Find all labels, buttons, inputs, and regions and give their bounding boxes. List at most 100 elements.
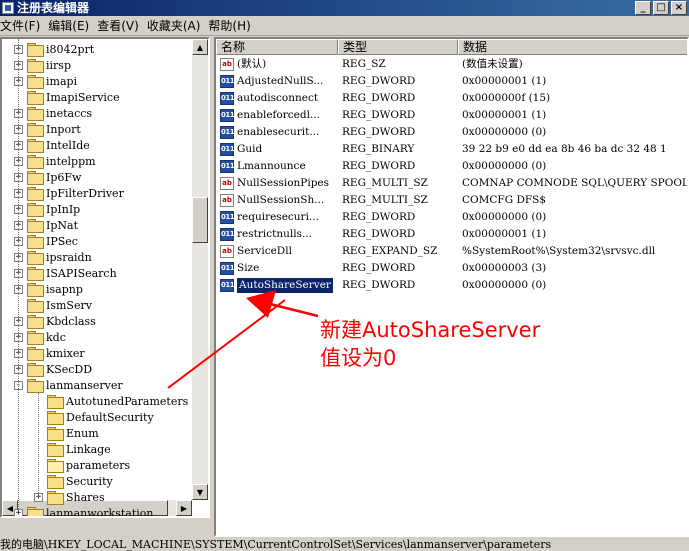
column-header-data[interactable]: 数据 bbox=[458, 39, 687, 55]
tree-item[interactable]: IsmServ bbox=[14, 297, 92, 313]
folder-icon bbox=[27, 43, 44, 57]
value-name-cell: ab (默认) bbox=[220, 57, 338, 72]
tree-item[interactable]: + IpInIp bbox=[14, 201, 80, 217]
tree-item[interactable]: DefaultSecurity bbox=[34, 409, 154, 425]
value-data: 0x00000000 (0) bbox=[462, 126, 547, 138]
title-bar: 注册表编辑器 _ □ × bbox=[0, 0, 689, 16]
tree-item-label: ImapiService bbox=[46, 90, 120, 104]
binary-value-icon: 011 bbox=[220, 279, 235, 292]
value-row[interactable]: 011 autodisconnect REG_DWORD 0x0000000f (15… bbox=[216, 90, 687, 107]
tree-item[interactable]: + IntelIde bbox=[14, 137, 90, 153]
value-row[interactable]: 011 restrictnulls... REG_DWORD 0x00000001 (… bbox=[216, 226, 687, 243]
value-name: restrictnulls... bbox=[237, 228, 312, 240]
value-row[interactable]: ab (默认) REG_SZ (数值未设置) bbox=[216, 56, 687, 73]
column-header-type[interactable]: 类型 bbox=[338, 39, 458, 55]
tree-item[interactable]: + Inport bbox=[14, 121, 81, 137]
value-row[interactable]: 011 enableforcedl... REG_DWORD 0x00000001 (… bbox=[216, 107, 687, 124]
binary-value-icon: 011 bbox=[220, 228, 235, 241]
value-row[interactable]: ab ServiceDll REG_EXPAND_SZ %SystemRoot%\Sy… bbox=[216, 243, 687, 260]
value-row[interactable]: 011 Guid REG_BINARY 39 22 b9 e0 dd ea 8b 46… bbox=[216, 141, 687, 158]
binary-value-icon: 011 bbox=[220, 160, 235, 173]
value-row[interactable]: ab NullSessionPipes REG_MULTI_SZ COMNAP COM… bbox=[216, 175, 687, 192]
tree-item[interactable]: + lanmanworkstation bbox=[14, 505, 153, 516]
binary-value-icon: 011 bbox=[220, 126, 235, 139]
tree-item[interactable]: parameters bbox=[34, 457, 130, 473]
value-type: REG_DWORD bbox=[342, 92, 416, 104]
menu-view[interactable]: 查看(V) bbox=[97, 17, 147, 34]
close-button[interactable]: × bbox=[671, 1, 687, 15]
scroll-down-arrow-icon[interactable]: ▼ bbox=[192, 484, 208, 500]
tree-item[interactable]: + ISAPISearch bbox=[14, 265, 117, 281]
folder-icon bbox=[27, 315, 44, 329]
registry-values-list[interactable]: 名称 类型 数据 ab (默认) REG_SZ (数值未设置) 011 AdjustedN… bbox=[214, 37, 689, 537]
scroll-thumb[interactable] bbox=[192, 197, 208, 243]
tree-item[interactable]: + IPSec bbox=[14, 233, 78, 249]
tree-item[interactable]: Enum bbox=[34, 425, 99, 441]
menu-edit[interactable]: 编辑(E) bbox=[48, 17, 97, 34]
tree-item[interactable]: + inetaccs bbox=[14, 105, 92, 121]
tree-item[interactable]: + IpNat bbox=[14, 217, 78, 233]
expand-icon[interactable]: + bbox=[14, 508, 23, 516]
folder-icon bbox=[27, 219, 44, 233]
string-value-icon: ab bbox=[220, 245, 234, 258]
tree-item[interactable]: + isapnp bbox=[14, 281, 83, 297]
value-row[interactable]: 011 enablesecurit... REG_DWORD 0x00000000 (… bbox=[216, 124, 687, 141]
value-type: REG_SZ bbox=[342, 58, 386, 70]
tree-item[interactable]: + imapi bbox=[14, 73, 77, 89]
scroll-up-arrow-icon[interactable]: ▲ bbox=[192, 39, 208, 55]
folder-icon bbox=[27, 123, 44, 137]
folder-icon bbox=[27, 379, 44, 393]
maximize-button[interactable]: □ bbox=[653, 1, 669, 15]
tree-item[interactable]: + Shares bbox=[34, 489, 105, 505]
tree-item[interactable]: Security bbox=[34, 473, 113, 489]
registry-key-tree[interactable]: ▲ ▼ ◀ ▶ + i8042prt + iirsp + imapi ImapiServic… bbox=[0, 37, 210, 518]
value-row[interactable]: 011 requiresecuri... REG_DWORD 0x00000000 (… bbox=[216, 209, 687, 226]
folder-icon bbox=[47, 491, 64, 505]
tree-item[interactable]: + KSecDD bbox=[14, 361, 92, 377]
tree-item[interactable]: + iirsp bbox=[14, 57, 71, 73]
scroll-right-arrow-icon[interactable]: ▶ bbox=[176, 500, 192, 516]
folder-icon bbox=[47, 443, 64, 457]
string-value-icon: ab bbox=[220, 194, 234, 207]
folder-icon bbox=[27, 107, 44, 121]
tree-item[interactable]: + IpFilterDriver bbox=[14, 185, 124, 201]
minimize-button[interactable]: _ bbox=[635, 1, 651, 15]
value-row[interactable]: 011 Size REG_DWORD 0x00000003 (3) bbox=[216, 260, 687, 277]
tree-item[interactable]: + Ip6Fw bbox=[14, 169, 81, 185]
value-type: REG_DWORD bbox=[342, 262, 416, 274]
tree-item[interactable]: + Kbdclass bbox=[14, 313, 96, 329]
value-row[interactable]: 011 Lmannounce REG_DWORD 0x00000000 (0) bbox=[216, 158, 687, 175]
tree-vertical-scrollbar[interactable]: ▲ ▼ bbox=[192, 39, 208, 500]
tree-item[interactable]: ImapiService bbox=[14, 89, 120, 105]
tree-item-label: IPSec bbox=[46, 234, 78, 248]
value-name: ServiceDll bbox=[237, 245, 292, 257]
value-type: REG_BINARY bbox=[342, 143, 415, 155]
tree-connector-line bbox=[38, 393, 39, 497]
value-row[interactable]: 011 AdjustedNullS... REG_DWORD 0x00000001 (… bbox=[216, 73, 687, 90]
tree-item[interactable]: AutotunedParameters bbox=[34, 393, 188, 409]
menu-favorites[interactable]: 收藏夹(A) bbox=[147, 17, 209, 34]
tree-item[interactable]: + ipsraidn bbox=[14, 249, 92, 265]
binary-value-icon: 011 bbox=[220, 92, 235, 105]
value-name-cell: 011 AutoShareServer bbox=[220, 278, 338, 293]
folder-icon bbox=[27, 187, 44, 201]
regedit-app-icon bbox=[2, 2, 14, 14]
value-name: enableforcedl... bbox=[237, 109, 320, 121]
value-row[interactable]: ab NullSessionSh... REG_MULTI_SZ COMCFG DFS… bbox=[216, 192, 687, 209]
value-type: REG_MULTI_SZ bbox=[342, 177, 428, 189]
tree-item[interactable]: + i8042prt bbox=[14, 41, 94, 57]
tree-item[interactable]: - lanmanserver bbox=[14, 377, 123, 393]
value-row[interactable]: 011 AutoShareServer REG_DWORD 0x00000000 (0… bbox=[216, 277, 687, 294]
tree-item[interactable]: + kmixer bbox=[14, 345, 85, 361]
tree-item[interactable]: Linkage bbox=[34, 441, 111, 457]
folder-icon bbox=[27, 251, 44, 265]
column-header-name[interactable]: 名称 bbox=[216, 39, 338, 55]
window-title: 注册表编辑器 bbox=[17, 1, 90, 15]
tree-item[interactable]: + intelppm bbox=[14, 153, 96, 169]
value-name: Lmannounce bbox=[237, 160, 306, 172]
value-type: REG_EXPAND_SZ bbox=[342, 245, 438, 257]
menu-file[interactable]: 文件(F) bbox=[0, 17, 48, 34]
tree-item[interactable]: + kdc bbox=[14, 329, 66, 345]
binary-value-icon: 011 bbox=[220, 143, 235, 156]
menu-help[interactable]: 帮助(H) bbox=[208, 17, 258, 34]
